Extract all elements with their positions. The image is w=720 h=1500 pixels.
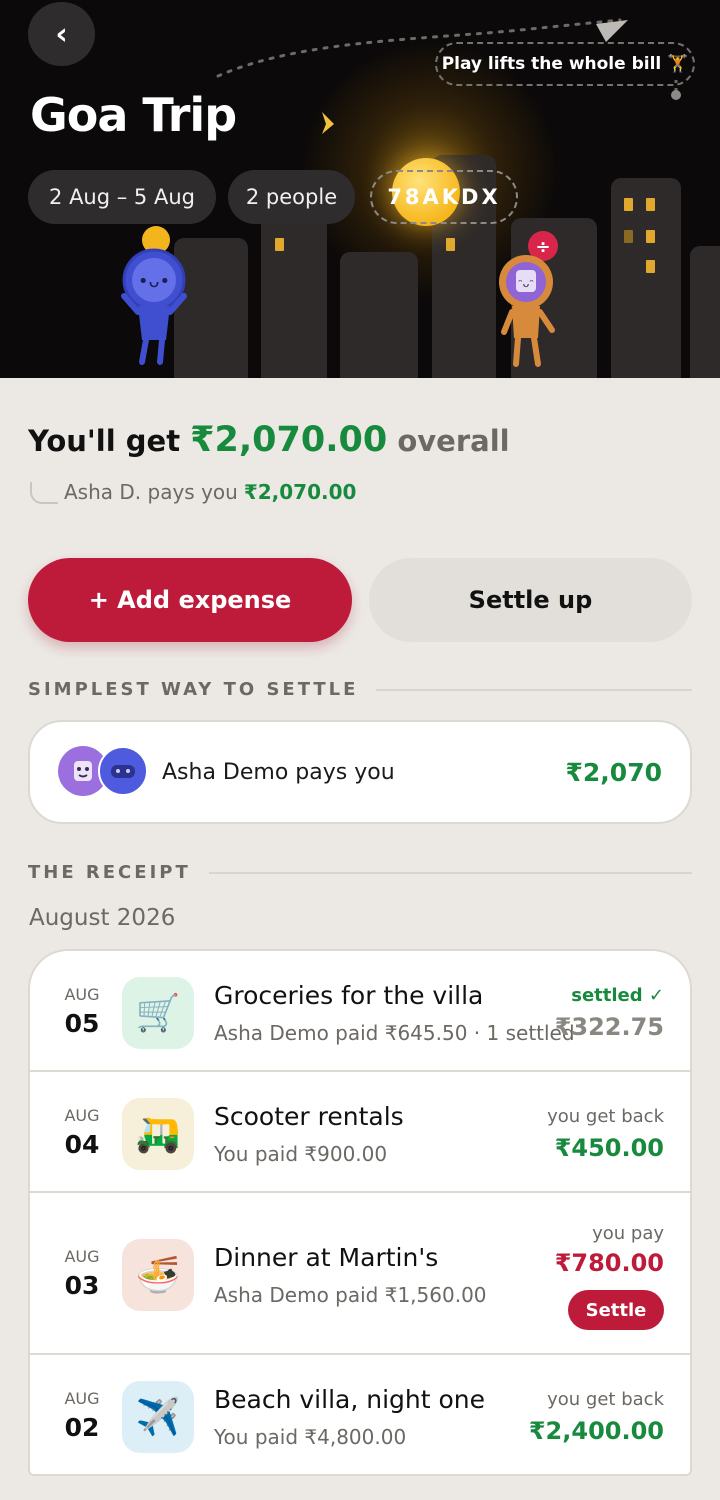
- svg-text:•ᴗ•: •ᴗ•: [138, 271, 170, 292]
- section-heading: THE RECEIPT: [28, 862, 191, 883]
- shopping-cart-icon: 🛒: [122, 977, 194, 1049]
- expense-subtitle: You paid ₹4,800.00: [214, 1425, 407, 1449]
- expense-subtitle: Asha Demo paid ₹1,560.00: [214, 1283, 487, 1307]
- balance-amount: ₹2,070.00: [190, 420, 388, 460]
- section-heading: SIMPLEST WAY TO SETTLE: [28, 679, 359, 700]
- expense-amount: ₹322.75: [554, 1013, 664, 1041]
- date-month: AUG: [64, 1247, 100, 1266]
- svg-text:ᵔᴗᵔ: ᵔᴗᵔ: [518, 277, 534, 290]
- add-expense-button[interactable]: + Add expense: [28, 558, 352, 642]
- trip-title: Goa Trip: [30, 88, 237, 142]
- expense-title: Groceries for the villa: [214, 981, 484, 1010]
- back-button[interactable]: ‹: [28, 2, 95, 66]
- settle-section-header: SIMPLEST WAY TO SETTLE: [28, 679, 692, 700]
- trip-hero-banner: •ᴗ• ÷ ᵔᴗᵔ ‹ Play lifts the whole bill 🏋 …: [0, 0, 720, 378]
- balance-prefix: You'll get: [28, 424, 181, 458]
- svg-text:÷: ÷: [535, 237, 550, 258]
- trip-code-chip[interactable]: 78AKDX: [370, 170, 518, 224]
- expense-status: you get back: [547, 1389, 664, 1410]
- settlement-suggestion-card[interactable]: Asha Demo pays you ₹2,070: [28, 720, 692, 824]
- auto-rickshaw-icon: 🛺: [122, 1098, 194, 1170]
- connector-line: [30, 482, 58, 504]
- balance-detail-text: Asha D. pays you: [64, 480, 238, 504]
- expense-status: settled ✓: [571, 985, 664, 1006]
- settlement-amount: ₹2,070: [565, 757, 662, 787]
- expense-row[interactable]: AUG 04 🛺 Scooter rentals You paid ₹900.0…: [30, 1072, 690, 1193]
- date-day: 03: [64, 1271, 100, 1300]
- expense-amount: ₹2,400.00: [528, 1417, 664, 1445]
- expense-row[interactable]: AUG 02 ✈️ Beach villa, night one You pai…: [30, 1355, 690, 1474]
- gamepad-face-icon: [111, 765, 135, 778]
- avatar-group: [58, 746, 150, 798]
- expense-status: you pay: [592, 1223, 664, 1244]
- expense-title: Dinner at Martin's: [214, 1243, 439, 1272]
- balance-summary: You'll get ₹2,070.00 overall: [28, 420, 510, 460]
- expense-row[interactable]: AUG 05 🛒 Groceries for the villa Asha De…: [30, 951, 690, 1072]
- chevron-left-icon: ‹: [55, 16, 68, 52]
- play-note-pill[interactable]: Play lifts the whole bill 🏋: [435, 42, 695, 86]
- expense-subtitle: Asha Demo paid ₹645.50 · 1 settled: [214, 1021, 575, 1045]
- expense-list: AUG 05 🛒 Groceries for the villa Asha De…: [28, 949, 692, 1476]
- balance-suffix: overall: [397, 424, 510, 458]
- settle-expense-button[interactable]: Settle: [568, 1290, 664, 1330]
- date-day: 04: [64, 1130, 100, 1159]
- month-label: August 2026: [29, 905, 176, 931]
- divider: [208, 871, 692, 874]
- people-count-chip[interactable]: 2 people: [228, 170, 355, 224]
- expense-amount: ₹780.00: [554, 1249, 664, 1277]
- expense-subtitle: You paid ₹900.00: [214, 1142, 388, 1166]
- expense-status: you get back: [547, 1106, 664, 1127]
- divider: [376, 688, 692, 691]
- expense-row[interactable]: AUG 03 🍜 Dinner at Martin's Asha Demo pa…: [30, 1193, 690, 1355]
- balance-detail-amount: ₹2,070.00: [243, 480, 357, 504]
- receipt-section-header: THE RECEIPT: [28, 862, 692, 883]
- expense-amount: ₹450.00: [554, 1134, 664, 1162]
- noodle-bowl-icon: 🍜: [122, 1239, 194, 1311]
- balance-detail: Asha D. pays you ₹2,070.00: [30, 478, 356, 504]
- date-range-chip[interactable]: 2 Aug – 5 Aug: [28, 170, 216, 224]
- date-day: 02: [64, 1413, 100, 1442]
- avatar: [98, 746, 148, 796]
- date-month: AUG: [64, 985, 100, 1004]
- date-month: AUG: [64, 1389, 100, 1408]
- expense-title: Beach villa, night one: [214, 1385, 486, 1414]
- date-day: 05: [64, 1009, 100, 1038]
- airplane-icon: ✈️: [122, 1381, 194, 1453]
- settle-up-button[interactable]: Settle up: [369, 558, 692, 642]
- expense-title: Scooter rentals: [214, 1102, 404, 1131]
- settlement-text: Asha Demo pays you: [162, 759, 395, 785]
- robot-face-icon: [74, 761, 92, 781]
- date-month: AUG: [64, 1106, 100, 1125]
